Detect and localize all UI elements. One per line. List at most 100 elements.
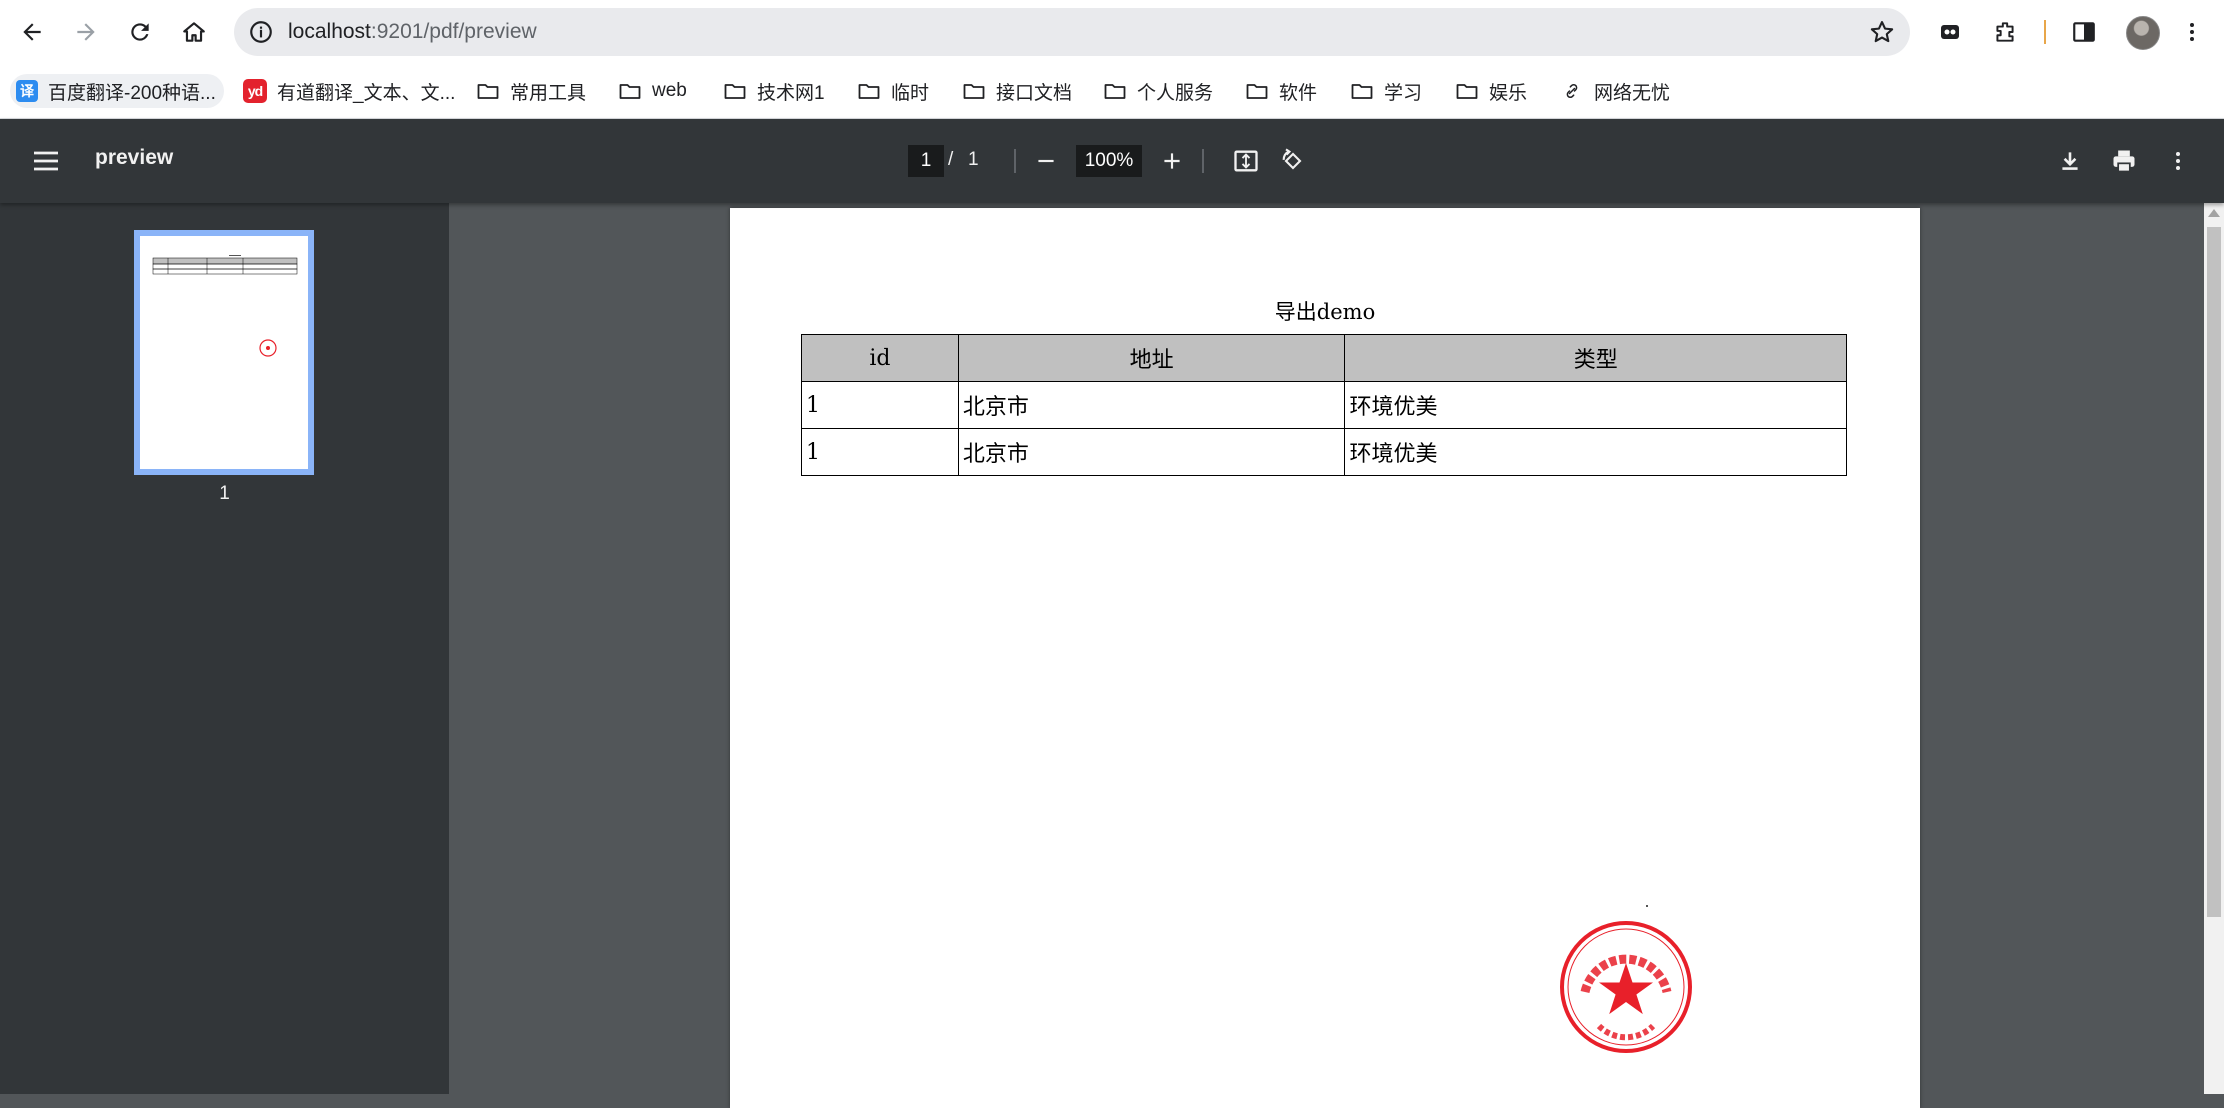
table-cell: 环境优美 (1344, 428, 1847, 476)
kebab-menu-icon (2190, 23, 2194, 41)
document-title: 导出demo (1274, 300, 1376, 324)
bookmark-star-icon[interactable] (1868, 18, 1896, 46)
thumbnail-sidebar: 1 (0, 203, 449, 1094)
toolbar-divider (1202, 149, 1204, 173)
bookmark-label: web (652, 80, 687, 101)
baidu-translate-icon: 译 (16, 80, 38, 102)
extension-logo-icon (1941, 25, 1959, 39)
page-thumbnail[interactable] (134, 230, 314, 475)
bookmark-folder-software[interactable]: 软件 (1245, 74, 1317, 108)
home-icon (183, 22, 205, 42)
bookmark-label: 百度翻译-200种语... (48, 82, 216, 104)
pdf-viewport[interactable]: 导出demo id 地址 类型 1 北京市 环境优美 1 北京市 环境优美 (449, 203, 2224, 1108)
bookmark-label: 有道翻译_文本、文... (277, 82, 456, 104)
toolbar-separator (2044, 20, 2046, 44)
zoom-out-button[interactable] (1028, 143, 1064, 179)
bookmark-folder-personal[interactable]: 个人服务 (1103, 74, 1213, 108)
fit-page-button[interactable] (1228, 143, 1264, 179)
bookmark-label: 临时 (891, 82, 930, 104)
folder-icon (618, 79, 642, 103)
bookmark-youdao-translate[interactable]: yd 有道翻译_文本、文... (243, 74, 455, 108)
extensions-button[interactable] (1987, 14, 2023, 50)
reload-icon (131, 23, 149, 41)
table-cell: 北京市 (957, 381, 1346, 429)
table-row: 1 北京市 环境优美 (801, 428, 1847, 476)
toolbar-divider (1014, 149, 1016, 173)
browser-toolbar: localhost:9201/pdf/preview (0, 0, 2224, 64)
vertical-scrollbar[interactable] (2204, 203, 2224, 1094)
bookmark-label: 常用工具 (510, 82, 587, 104)
folder-icon (1350, 79, 1374, 103)
bookmark-baidu-translate[interactable]: 译 百度翻译-200种语... (10, 74, 224, 108)
folder-icon (857, 79, 881, 103)
bookmark-folder-api-docs[interactable]: 接口文档 (962, 74, 1072, 108)
url-path: :9201/pdf/preview (370, 20, 537, 43)
puzzle-icon (1996, 22, 2014, 42)
reload-button[interactable] (120, 12, 160, 52)
page-separator: / (948, 149, 954, 170)
bookmarks-bar: 译 百度翻译-200种语... yd 有道翻译_文本、文... 常用工具 web… (0, 64, 2224, 119)
bookmark-label: 学习 (1384, 82, 1423, 104)
table-cell: 1 (801, 381, 959, 429)
zoom-in-button[interactable] (1154, 143, 1190, 179)
scrollbar-thumb[interactable] (2207, 227, 2221, 917)
table-cell: 环境优美 (1344, 381, 1847, 429)
browser-menu-button[interactable] (2174, 14, 2210, 50)
column-header: 类型 (1344, 334, 1847, 382)
data-table: id 地址 类型 1 北京市 环境优美 1 北京市 环境优美 (801, 334, 1847, 476)
address-bar[interactable]: localhost:9201/pdf/preview (234, 8, 1910, 56)
bookmark-label: 接口文档 (996, 82, 1073, 104)
pdf-toolbar: preview 1 / 1 100% (0, 119, 2224, 203)
zoom-input[interactable]: 100% (1076, 145, 1142, 177)
plus-icon (1164, 153, 1180, 169)
folder-icon (476, 79, 500, 103)
home-button[interactable] (174, 12, 214, 52)
bookmark-folder-temp[interactable]: 临时 (857, 74, 929, 108)
bookmark-label: 技术网1 (757, 82, 825, 104)
bookmark-folder-tools[interactable]: 常用工具 (476, 74, 586, 108)
youdao-icon: yd (243, 79, 267, 103)
url-host: localhost (288, 20, 371, 43)
rotate-icon (1282, 148, 1302, 170)
table-cell: 北京市 (957, 428, 1346, 476)
bookmark-folder-study[interactable]: 学习 (1350, 74, 1422, 108)
sidebar-toggle-icon[interactable] (28, 145, 64, 177)
page-number-input[interactable]: 1 (908, 145, 944, 177)
pdf-more-actions-button[interactable] (2160, 143, 2196, 179)
bookmark-label: 娱乐 (1489, 82, 1528, 104)
table-row: 1 北京市 环境优美 (801, 381, 1847, 429)
folder-icon (1245, 79, 1269, 103)
side-panel-icon (2073, 22, 2095, 42)
download-icon (2062, 152, 2078, 170)
minus-icon (1038, 159, 1054, 163)
site-info-icon[interactable] (248, 19, 274, 45)
column-header: 地址 (957, 334, 1346, 382)
rotate-button[interactable] (1275, 143, 1311, 179)
page-mark (1646, 905, 1648, 907)
kebab-menu-icon (2176, 152, 2180, 170)
bookmark-folder-tech[interactable]: 技术网1 (723, 74, 825, 108)
scroll-up-arrow-icon[interactable] (2208, 209, 2220, 217)
bookmark-label: 个人服务 (1137, 82, 1214, 104)
download-button[interactable] (2052, 143, 2088, 179)
page-total: 1 (968, 149, 979, 170)
side-panel-button[interactable] (2066, 14, 2102, 50)
profile-avatar[interactable] (2126, 16, 2160, 50)
url-text: localhost:9201/pdf/preview (288, 19, 537, 45)
tab-search-extension-button[interactable] (1932, 14, 1968, 50)
bookmark-label: 软件 (1279, 82, 1318, 104)
print-button[interactable] (2106, 143, 2142, 179)
table-cell: 1 (801, 428, 959, 476)
thumbnail-page-number: 1 (219, 483, 230, 504)
bookmark-folder-entertainment[interactable]: 娱乐 (1455, 74, 1527, 108)
arrow-right-icon (77, 23, 95, 41)
folder-icon (1455, 79, 1479, 103)
arrow-left-icon (23, 23, 41, 41)
company-seal-stamp (1560, 921, 1692, 1053)
link-icon (1560, 79, 1584, 103)
back-button[interactable] (12, 12, 52, 52)
bookmark-folder-web[interactable]: web (618, 74, 687, 108)
folder-icon (1103, 79, 1127, 103)
bookmark-network[interactable]: 网络无忧 (1560, 74, 1670, 108)
forward-button[interactable] (66, 12, 106, 52)
